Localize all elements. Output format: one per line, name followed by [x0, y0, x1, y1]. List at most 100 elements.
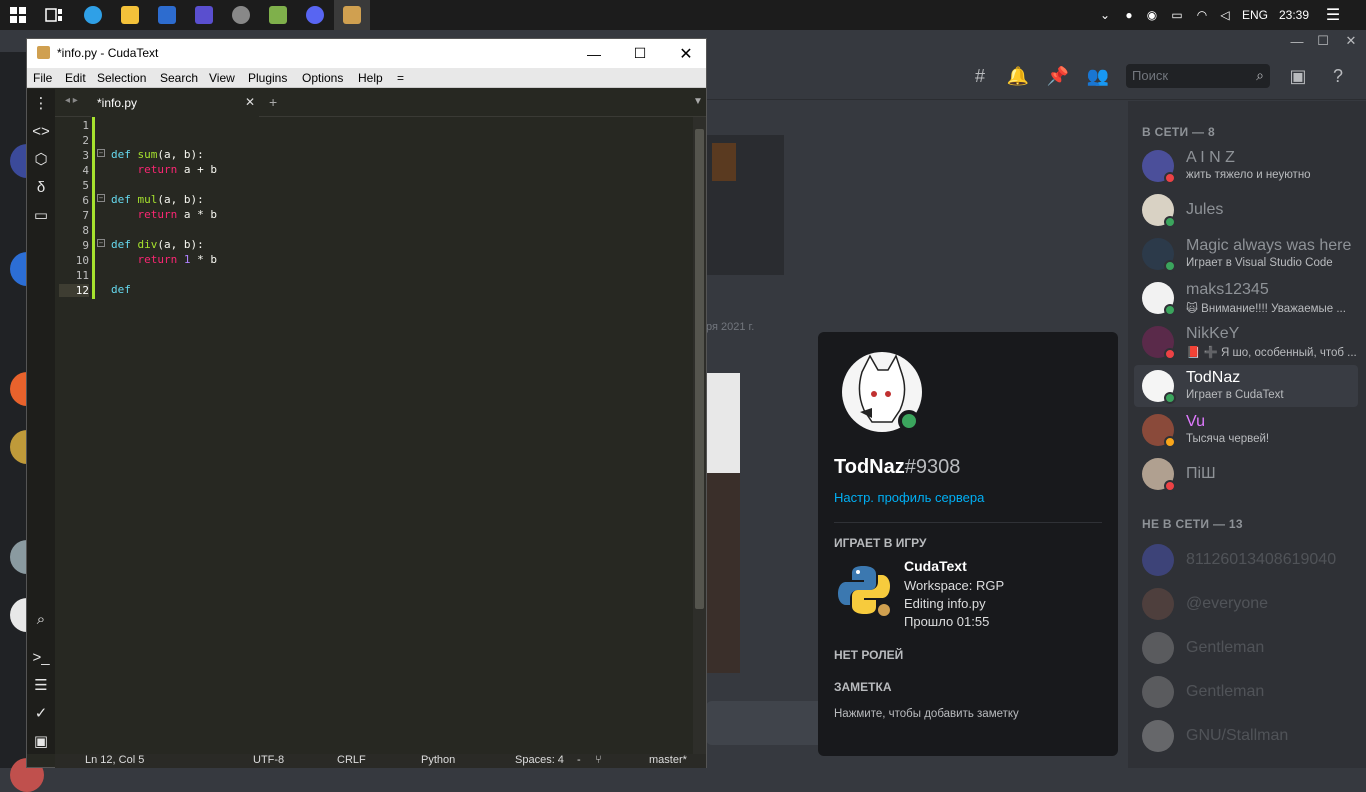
member-list-item[interactable]: Gentleman [1134, 671, 1358, 713]
discord-taskbar-button[interactable] [297, 0, 333, 30]
notepad-icon [269, 6, 287, 24]
status-eol[interactable]: CRLF [337, 754, 366, 766]
message-image-embed[interactable] [706, 373, 740, 473]
member-activity: жить тяжело и неуютно [1186, 169, 1311, 181]
member-list-item[interactable]: TodNaz Играет в CudaText [1134, 365, 1358, 407]
menu-file[interactable]: File [33, 71, 52, 85]
menu-view[interactable]: View [209, 71, 235, 85]
member-name: ПіШ [1186, 465, 1216, 482]
member-list-item[interactable]: maks12345 🙀 Внимание!!!! Уважаемые ... [1134, 277, 1358, 319]
code-tree-icon[interactable]: <> [31, 121, 51, 141]
cudatext-taskbar-button[interactable] [334, 0, 370, 30]
powershell-taskbar-button[interactable] [149, 0, 185, 30]
menu-plugins[interactable]: Plugins [248, 71, 287, 85]
status-encoding[interactable]: UTF-8 [253, 754, 284, 766]
note-input[interactable]: Нажмите, чтобы добавить заметку [834, 708, 1019, 720]
member-list-item[interactable]: Vu Тысяча червей! [1134, 409, 1358, 451]
status-tab-size[interactable]: Spaces: 4 [515, 754, 564, 766]
more-vertical-icon[interactable]: ⋮ [31, 93, 51, 113]
notifications-icon[interactable]: ☰ [1322, 0, 1344, 30]
threads-icon[interactable]: # [968, 64, 992, 88]
edge-taskbar-button[interactable] [75, 0, 111, 30]
date-divider: ря 2021 г. [706, 321, 755, 333]
code-line: return 1 * b [137, 253, 218, 266]
close-button[interactable]: ✕ [669, 39, 703, 68]
menu-bar: File Edit Selection Search View Plugins … [27, 68, 706, 88]
server-profile-link[interactable]: Настр. профиль сервера [834, 490, 984, 505]
member-list-item[interactable]: Gentleman [1134, 627, 1358, 669]
member-list-item[interactable]: Jules [1134, 189, 1358, 231]
member-list-item[interactable]: 81126013408619040 [1134, 539, 1358, 581]
menu-edit[interactable]: Edit [65, 71, 86, 85]
delta-icon[interactable]: δ [31, 177, 51, 197]
member-activity: Тысяча червей! [1186, 433, 1270, 445]
app-cat-taskbar-button[interactable] [223, 0, 259, 30]
notepad-taskbar-button[interactable] [260, 0, 296, 30]
app-taskbar-button[interactable] [186, 0, 222, 30]
menu-options[interactable]: Options [302, 71, 343, 85]
new-tab-plus-icon[interactable]: + [269, 94, 277, 110]
fold-icon[interactable]: − [97, 149, 105, 157]
member-list-item[interactable]: @everyone [1134, 583, 1358, 625]
scrollbar-thumb[interactable] [695, 129, 704, 609]
validate-icon[interactable]: ✓ [31, 703, 51, 723]
code-line: return a * b [137, 208, 218, 221]
member-list-item[interactable]: A I N Z жить тяжело и неуютно [1134, 145, 1358, 187]
member-list-item[interactable]: Magic always was here Играет в Visual Stu… [1134, 233, 1358, 275]
tab-info-py[interactable]: *info.py ✕ [91, 89, 259, 117]
help-icon[interactable]: ? [1326, 64, 1350, 88]
input-language[interactable]: ENG [1240, 0, 1270, 30]
menu-hamburger[interactable]: = [397, 71, 404, 85]
status-git-branch[interactable]: master* [649, 754, 687, 766]
discord-close-button[interactable]: ✕ [1334, 30, 1366, 52]
inbox-icon[interactable]: ▣ [1286, 64, 1310, 88]
chevron-up-icon[interactable]: ⌄ [1096, 0, 1114, 30]
game-detail: Editing info.py [904, 596, 986, 611]
menu-help[interactable]: Help [358, 71, 383, 85]
line-number: 3 [82, 149, 89, 162]
bell-icon[interactable]: 🔔 [1006, 64, 1030, 88]
message-image-embed[interactable] [706, 135, 784, 275]
console-icon[interactable]: >_ [31, 647, 51, 667]
window-title: *info.py - CudaText [57, 46, 159, 60]
terminal-icon[interactable]: ▣ [31, 731, 51, 751]
status-indicator-icon [1164, 392, 1176, 404]
member-list-item[interactable]: ПіШ [1134, 453, 1358, 495]
battery-icon[interactable]: ▭ [1168, 0, 1186, 30]
vertical-scrollbar[interactable] [693, 117, 706, 754]
code-editor[interactable]: − − − def sum(a, b): return a + b def mu… [95, 117, 693, 754]
task-view-button[interactable] [36, 0, 72, 30]
member-list-item[interactable]: NikKeY 📕 ➕ Я шо, особенный, чтоб ... [1134, 321, 1358, 363]
wifi-icon[interactable]: ◠ [1193, 0, 1211, 30]
search-icon[interactable]: ⌕ [31, 609, 51, 629]
python-game-icon [836, 562, 892, 618]
pin-icon[interactable]: 📌 [1046, 64, 1070, 88]
project-icon[interactable]: ⬡ [31, 149, 51, 169]
fold-icon[interactable]: − [97, 239, 105, 247]
tab-nav-arrows-icon[interactable]: ◂ ▸ [65, 95, 78, 106]
member-activity: 🙀 Внимание!!!! Уважаемые ... [1186, 303, 1346, 315]
clock[interactable]: 23:39 [1274, 0, 1314, 30]
status-lexer[interactable]: Python [421, 754, 455, 766]
fold-icon[interactable]: − [97, 194, 105, 202]
start-button[interactable] [0, 0, 36, 30]
menu-selection[interactable]: Selection [97, 71, 146, 85]
output-list-icon[interactable]: ☰ [31, 675, 51, 695]
status-position[interactable]: Ln 12, Col 5 [85, 754, 144, 766]
maximize-button[interactable]: ☐ [623, 39, 657, 68]
tab-close-icon[interactable]: ✕ [245, 95, 255, 109]
minimize-button[interactable]: — [577, 39, 611, 68]
member-name: Gentleman [1186, 639, 1265, 656]
tab-menu-chevron-icon[interactable]: ▼ [693, 96, 703, 107]
discord-tray-icon[interactable]: ◉ [1143, 0, 1161, 30]
steam-tray-icon[interactable]: ● [1120, 0, 1138, 30]
member-list-item[interactable]: GNU/Stallman [1134, 715, 1358, 757]
menu-search[interactable]: Search [160, 71, 198, 85]
code-line: def mul(a, b): [111, 193, 204, 206]
explorer-taskbar-button[interactable] [112, 0, 148, 30]
search-input[interactable]: Поиск ⌕ [1126, 64, 1270, 88]
members-icon[interactable]: 👥 [1086, 64, 1110, 88]
message-image-embed[interactable] [706, 473, 740, 673]
volume-icon[interactable]: ◁ [1216, 0, 1234, 30]
folder-icon[interactable]: ▭ [31, 205, 51, 225]
